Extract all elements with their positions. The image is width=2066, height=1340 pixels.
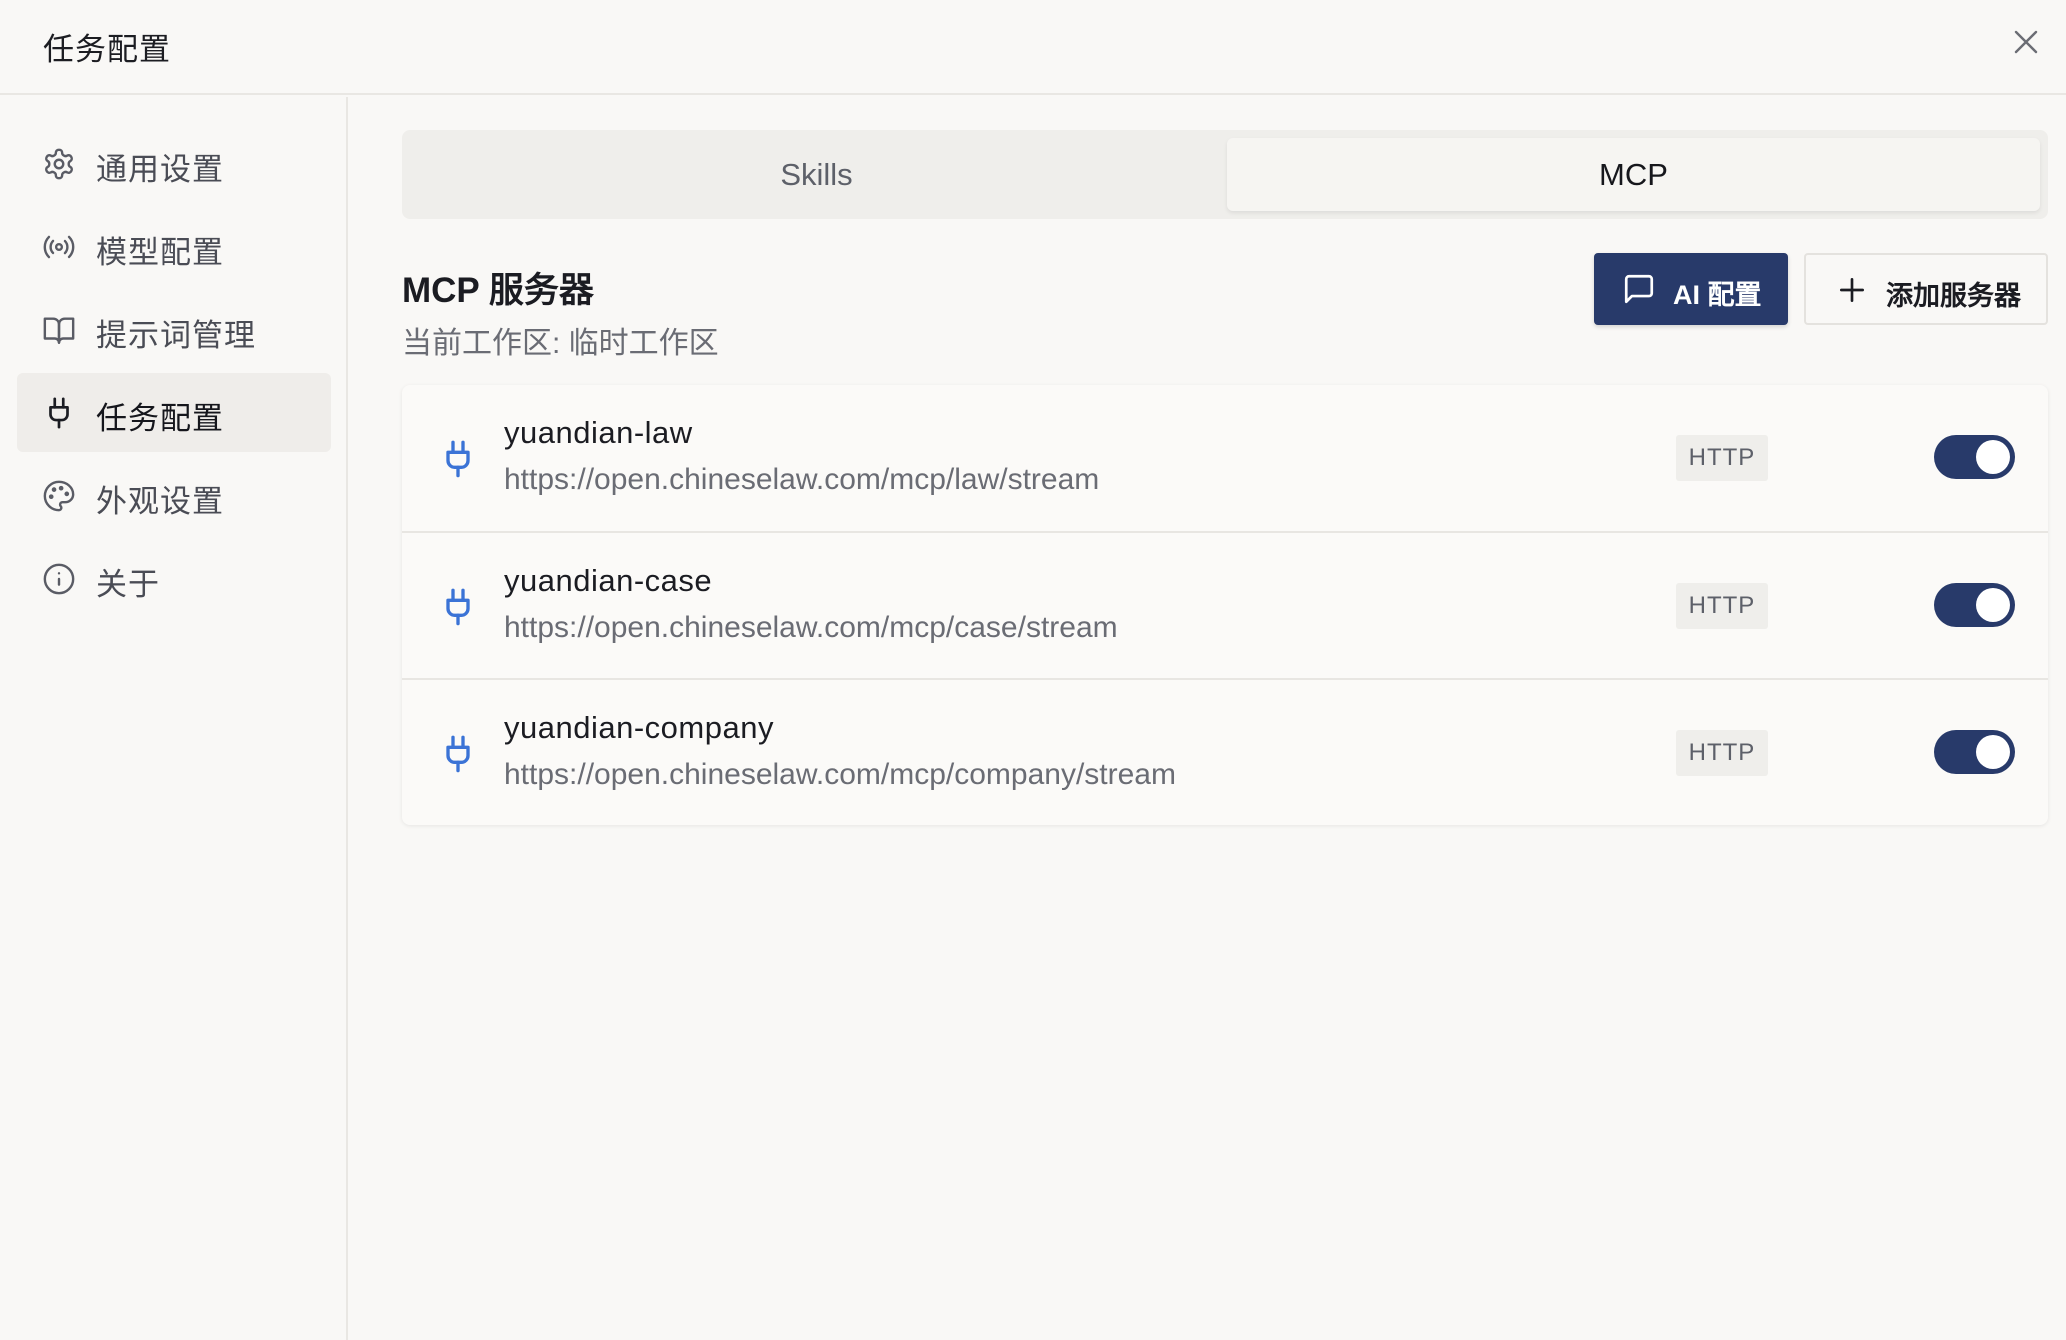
toggle-knob xyxy=(1976,588,2010,622)
plug-icon xyxy=(438,437,478,481)
workspace-label: 当前工作区: 临时工作区 xyxy=(402,327,719,360)
transport-badge: HTTP xyxy=(1676,583,1768,629)
sidebar-item-tasks[interactable]: 任务配置 xyxy=(17,373,331,452)
gear-icon xyxy=(41,146,77,182)
list-item[interactable]: yuandian-company https://open.chineselaw… xyxy=(402,678,2048,824)
tab-mcp[interactable]: MCP xyxy=(1227,138,2040,211)
close-icon xyxy=(2014,30,2038,54)
add-server-button[interactable]: 添加服务器 xyxy=(1804,253,2048,325)
add-server-label: 添加服务器 xyxy=(1886,281,2021,311)
transport-badge: HTTP xyxy=(1676,730,1768,776)
sidebar-item-prompts[interactable]: 提示词管理 xyxy=(17,290,331,369)
sidebar-item-label: 外观设置 xyxy=(96,484,224,519)
server-enabled-toggle[interactable] xyxy=(1934,583,2015,627)
sidebar-item-label: 任务配置 xyxy=(96,401,224,436)
server-name: yuandian-law xyxy=(504,415,693,450)
ai-config-button[interactable]: AI 配置 xyxy=(1594,253,1788,325)
tab-skills[interactable]: Skills xyxy=(410,138,1223,211)
server-url: https://open.chineselaw.com/mcp/company/… xyxy=(504,758,1176,791)
ai-config-label: AI 配置 xyxy=(1673,280,1762,310)
palette-icon xyxy=(41,478,77,514)
message-icon xyxy=(1622,272,1656,306)
server-url: https://open.chineselaw.com/mcp/case/str… xyxy=(504,611,1118,644)
server-enabled-toggle[interactable] xyxy=(1934,435,2015,479)
plug-icon xyxy=(438,585,478,629)
sidebar-item-appearance[interactable]: 外观设置 xyxy=(17,456,331,535)
sidebar-item-label: 提示词管理 xyxy=(96,318,256,353)
server-name: yuandian-company xyxy=(504,710,774,745)
plug-icon xyxy=(438,732,478,776)
plus-icon xyxy=(1836,274,1868,306)
info-icon xyxy=(41,561,77,597)
tab-bar: Skills MCP xyxy=(402,130,2048,219)
book-icon xyxy=(41,312,77,348)
server-url: https://open.chineselaw.com/mcp/law/stre… xyxy=(504,463,1100,496)
list-item[interactable]: yuandian-law https://open.chineselaw.com… xyxy=(402,385,2048,531)
toggle-knob xyxy=(1976,735,2010,769)
server-list: yuandian-law https://open.chineselaw.com… xyxy=(402,385,2048,825)
title-bar: 任务配置 xyxy=(0,0,2066,95)
section-title: MCP 服务器 xyxy=(402,271,594,310)
broadcast-icon xyxy=(41,229,77,265)
sidebar-item-model[interactable]: 模型配置 xyxy=(17,207,331,286)
sidebar-item-label: 关于 xyxy=(96,567,160,602)
sidebar-item-general[interactable]: 通用设置 xyxy=(17,124,331,203)
close-button[interactable] xyxy=(2008,24,2044,60)
list-item[interactable]: yuandian-case https://open.chineselaw.co… xyxy=(402,531,2048,677)
server-name: yuandian-case xyxy=(504,563,713,598)
server-enabled-toggle[interactable] xyxy=(1934,730,2015,774)
sidebar-item-label: 模型配置 xyxy=(96,235,224,270)
toggle-knob xyxy=(1976,440,2010,474)
sidebar-item-label: 通用设置 xyxy=(96,152,224,187)
transport-badge: HTTP xyxy=(1676,435,1768,481)
plug-icon xyxy=(41,395,77,431)
window-title: 任务配置 xyxy=(43,32,171,67)
sidebar-item-about[interactable]: 关于 xyxy=(17,539,331,618)
sidebar: 通用设置 模型配置 提示词管理 任务配置 外观设置 关于 xyxy=(0,97,348,1340)
